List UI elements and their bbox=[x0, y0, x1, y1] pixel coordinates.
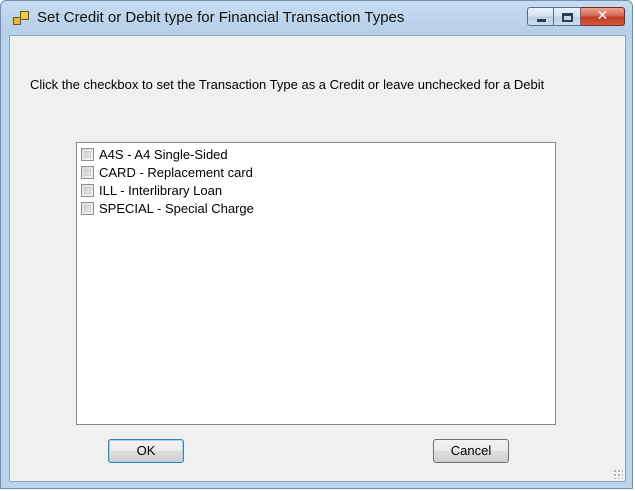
list-item[interactable]: SPECIAL - Special Charge bbox=[81, 199, 254, 217]
checkbox[interactable] bbox=[81, 165, 94, 179]
dialog-window: Set Credit or Debit type for Financial T… bbox=[0, 0, 633, 489]
checkbox[interactable] bbox=[81, 183, 94, 197]
list-item[interactable]: ILL - Interlibrary Loan bbox=[81, 181, 222, 199]
maximize-button[interactable] bbox=[554, 7, 581, 26]
close-icon: ✕ bbox=[596, 8, 609, 24]
transaction-type-checklist[interactable]: A4S - A4 Single-Sided CARD - Replacement… bbox=[76, 142, 556, 425]
list-item[interactable]: A4S - A4 Single-Sided bbox=[81, 145, 228, 163]
title-bar[interactable]: Set Credit or Debit type for Financial T… bbox=[1, 1, 632, 35]
window-title: Set Credit or Debit type for Financial T… bbox=[37, 9, 405, 26]
checkbox[interactable] bbox=[81, 147, 94, 161]
app-form-icon[interactable] bbox=[13, 11, 29, 25]
list-item[interactable]: CARD - Replacement card bbox=[81, 163, 253, 181]
close-button[interactable]: ✕ bbox=[581, 7, 625, 26]
minimize-button[interactable] bbox=[527, 7, 554, 26]
list-item-label: ILL - Interlibrary Loan bbox=[99, 182, 223, 198]
minimize-icon bbox=[537, 19, 546, 22]
list-item-label: SPECIAL - Special Charge bbox=[99, 200, 254, 216]
cancel-button[interactable]: Cancel bbox=[433, 439, 509, 463]
checkbox[interactable] bbox=[81, 201, 94, 215]
resize-grip[interactable] bbox=[613, 469, 623, 479]
list-item-label: CARD - Replacement card bbox=[99, 164, 253, 180]
maximize-icon bbox=[562, 13, 573, 22]
list-item-label: A4S - A4 Single-Sided bbox=[99, 146, 228, 162]
ok-button[interactable]: OK bbox=[108, 439, 184, 463]
dialog-body: Click the checkbox to set the Transactio… bbox=[9, 35, 626, 482]
instructions-text: Click the checkbox to set the Transactio… bbox=[30, 77, 545, 92]
caption-buttons: ✕ bbox=[527, 7, 625, 28]
